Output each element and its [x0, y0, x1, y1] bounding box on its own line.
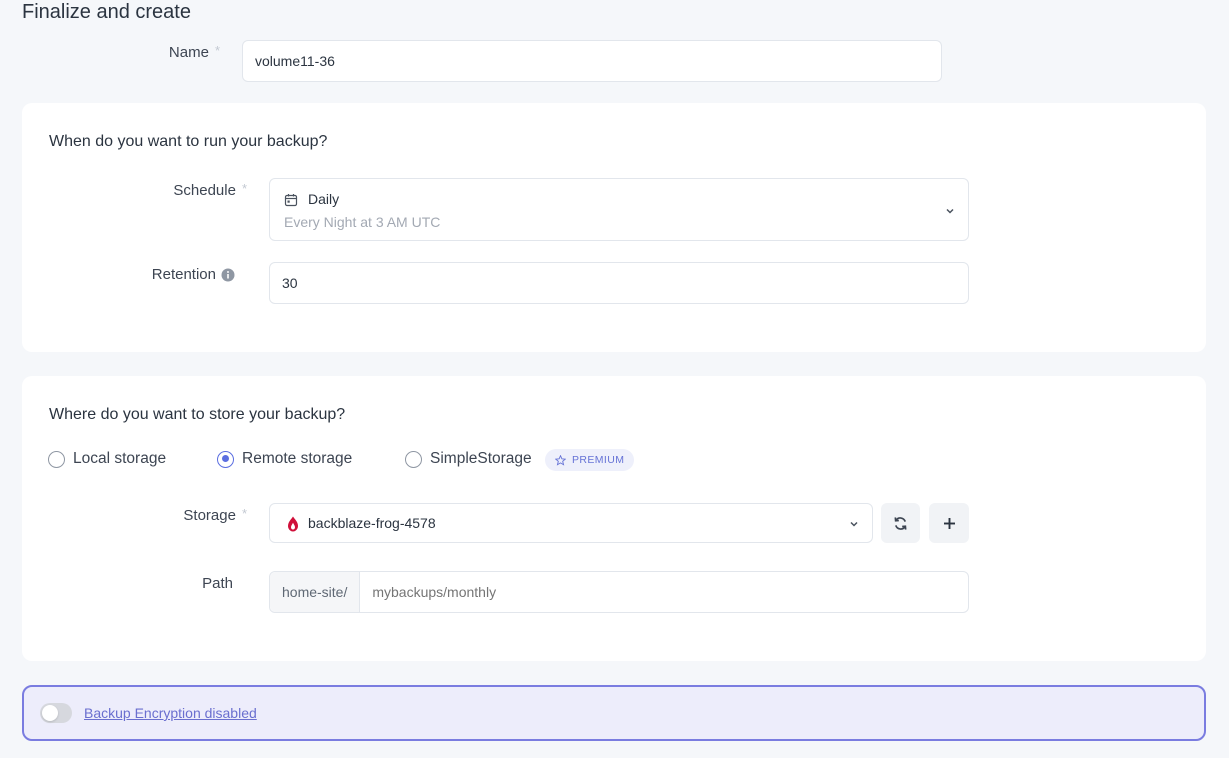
radio-button-checked[interactable] — [217, 450, 234, 468]
name-input-value: volume11-36 — [255, 53, 335, 69]
page-title: Finalize and create — [22, 1, 191, 23]
star-icon — [555, 454, 566, 466]
backblaze-flame-icon — [286, 516, 300, 532]
radio-button[interactable] — [405, 450, 422, 468]
encryption-toggle[interactable] — [40, 703, 72, 723]
schedule-label-text: Schedule — [173, 182, 236, 199]
radio-button[interactable] — [48, 450, 65, 468]
refresh-icon — [893, 516, 908, 531]
schedule-card-title: When do you want to run your backup? — [49, 133, 328, 150]
radio-label: Remote storage — [242, 450, 353, 467]
storage-select[interactable]: backblaze-frog-4578 — [269, 503, 873, 543]
path-label: Path — [202, 575, 233, 592]
retention-input-value: 30 — [282, 275, 298, 291]
info-icon[interactable] — [221, 268, 235, 282]
radio-label: SimpleStorage — [430, 450, 532, 467]
encryption-link[interactable]: Backup Encryption disabled — [84, 705, 257, 721]
radio-label: Local storage — [73, 450, 167, 467]
premium-badge-label: PREMIUM — [572, 454, 625, 466]
required-mark: * — [214, 43, 220, 58]
radio-simplestorage[interactable]: SimpleStorage — [405, 449, 532, 469]
name-label-text: Name — [168, 44, 209, 61]
chevron-down-icon — [944, 204, 956, 216]
plus-icon — [943, 517, 956, 530]
radio-local-storage[interactable]: Local storage — [48, 449, 166, 469]
add-storage-button[interactable] — [929, 503, 969, 543]
storage-label-text: Storage — [183, 507, 236, 524]
path-prefix: home-site/ — [270, 572, 361, 612]
storage-card-title: Where do you want to store your backup? — [49, 406, 346, 423]
schedule-description: Every Night at 3 AM UTC — [284, 214, 441, 230]
name-label: Name * — [150, 43, 220, 63]
storage-selected-value: backblaze-frog-4578 — [308, 515, 436, 531]
name-input[interactable]: volume11-36 — [242, 40, 942, 82]
storage-label: Storage * — [150, 506, 247, 526]
retention-input[interactable]: 30 — [269, 262, 969, 304]
retention-label-text: Retention — [151, 266, 216, 283]
retention-label: Retention — [130, 265, 235, 285]
schedule-select[interactable]: Daily Every Night at 3 AM UTC — [269, 178, 969, 241]
required-mark: * — [241, 506, 247, 521]
schedule-label: Schedule * — [150, 181, 247, 201]
path-input-group: home-site/ — [269, 571, 969, 613]
path-input[interactable] — [360, 572, 968, 612]
refresh-storage-button[interactable] — [881, 503, 920, 543]
calendar-icon — [284, 193, 298, 207]
chevron-down-icon — [848, 517, 860, 529]
encryption-panel: Backup Encryption disabled — [22, 685, 1206, 741]
premium-badge: PREMIUM — [545, 449, 635, 471]
schedule-selected-value: Daily — [308, 191, 340, 207]
radio-remote-storage[interactable]: Remote storage — [217, 449, 352, 469]
required-mark: * — [241, 181, 247, 196]
